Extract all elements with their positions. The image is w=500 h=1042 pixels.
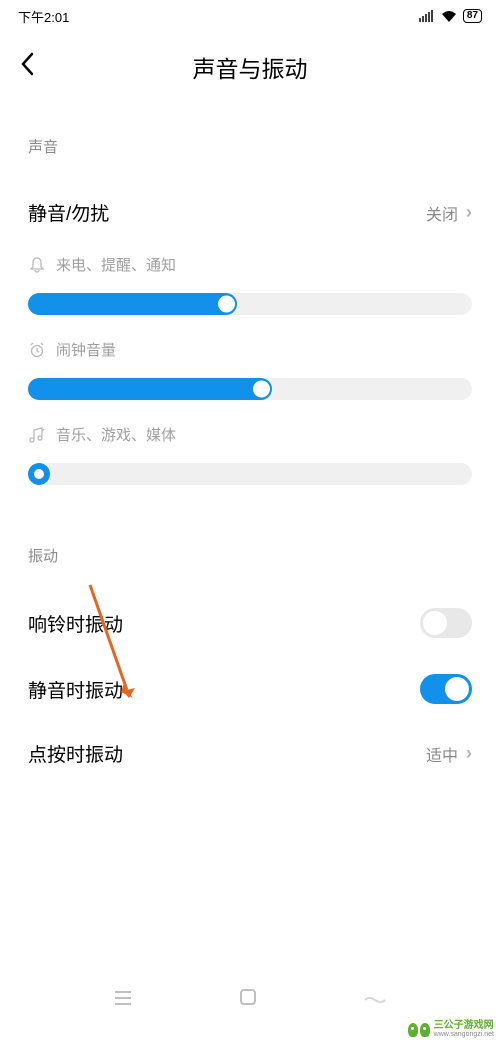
chevron-right-icon: › <box>466 202 472 223</box>
content: 声音 静音/勿扰 关闭 › 来电、提醒、通知 闹钟音量 <box>0 136 500 785</box>
silent-vibrate-toggle[interactable] <box>420 674 472 704</box>
wifi-icon <box>441 10 457 22</box>
alarm-volume-slider[interactable] <box>28 378 472 400</box>
ring-slider-label: 来电、提醒、通知 <box>28 254 472 275</box>
ring-vibrate-toggle[interactable] <box>420 608 472 638</box>
watermark-name: 三公子游戏网 <box>434 1021 494 1031</box>
watermark: 三公子游戏网 www.sangongzi.net <box>408 1021 494 1038</box>
signal-icon <box>419 10 435 22</box>
back-button[interactable] <box>20 51 34 83</box>
silent-dnd-value: 关闭 › <box>426 201 472 225</box>
silent-vibrate-label: 静音时振动 <box>28 676 123 703</box>
nav-menu-icon[interactable] <box>113 989 133 1012</box>
alarm-slider-group: 闹钟音量 <box>28 339 472 400</box>
ring-slider-group: 来电、提醒、通知 <box>28 254 472 315</box>
watermark-url: www.sangongzi.net <box>434 1031 494 1038</box>
page-title: 声音与振动 <box>20 50 480 84</box>
alarm-clock-icon <box>28 341 46 359</box>
status-indicators: 87 <box>419 9 482 23</box>
alarm-slider-label: 闹钟音量 <box>28 339 472 360</box>
battery-icon: 87 <box>463 9 482 23</box>
media-slider-label: 音乐、游戏、媒体 <box>28 424 472 445</box>
watermark-logo-icon <box>408 1023 430 1037</box>
silent-vibrate-row[interactable]: 静音时振动 <box>28 656 472 722</box>
header: 声音与振动 <box>0 32 500 108</box>
touch-vibrate-value: 适中 › <box>426 742 472 766</box>
music-note-icon <box>28 426 46 444</box>
section-label-sound: 声音 <box>28 136 472 157</box>
ring-vibrate-row[interactable]: 响铃时振动 <box>28 590 472 656</box>
bell-icon <box>28 256 46 274</box>
touch-vibrate-label: 点按时振动 <box>28 740 123 767</box>
silent-dnd-label: 静音/勿扰 <box>28 199 109 226</box>
nav-back-icon[interactable] <box>363 989 387 1012</box>
media-slider-group: 音乐、游戏、媒体 <box>28 424 472 485</box>
ring-vibrate-label: 响铃时振动 <box>28 610 123 637</box>
section-label-vibration: 振动 <box>28 545 472 566</box>
navigation-bar <box>0 978 500 1022</box>
status-bar: 下午2:01 87 <box>0 0 500 32</box>
silent-dnd-row[interactable]: 静音/勿扰 关闭 › <box>28 181 472 244</box>
chevron-right-icon: › <box>466 743 472 764</box>
nav-home-icon[interactable] <box>239 988 257 1012</box>
media-volume-slider[interactable] <box>28 463 472 485</box>
ring-volume-slider[interactable] <box>28 293 472 315</box>
status-time: 下午2:01 <box>18 7 69 26</box>
touch-vibrate-row[interactable]: 点按时振动 适中 › <box>28 722 472 785</box>
